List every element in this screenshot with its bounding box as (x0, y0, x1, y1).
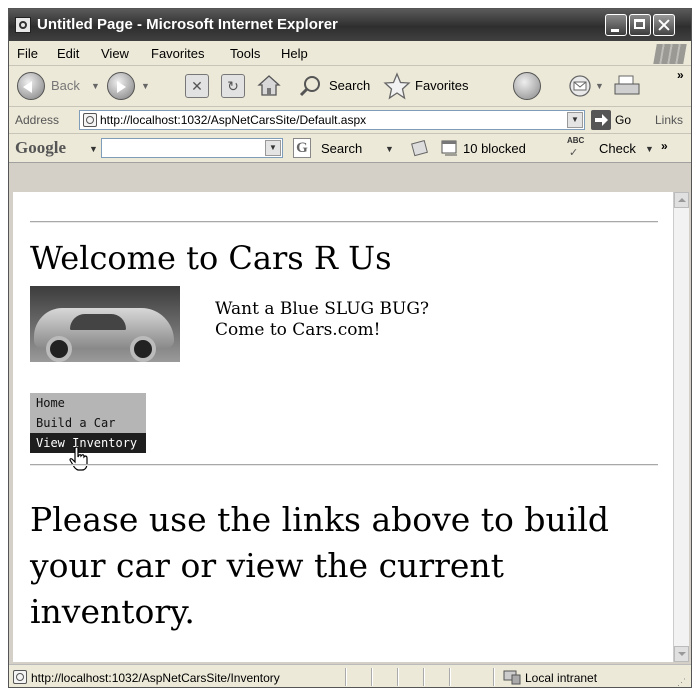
google-search-dropdown-icon[interactable]: ▼ (265, 140, 281, 156)
status-page-icon (13, 670, 27, 684)
address-dropdown-icon[interactable]: ▼ (567, 112, 583, 128)
car-rear-wheel (130, 336, 156, 362)
maximize-button[interactable] (629, 14, 651, 36)
status-bar: http://localhost:1032/AspNetCarsSite/Inv… (9, 664, 691, 687)
menu-tools[interactable]: Tools (230, 46, 260, 61)
page-heading: Welcome to Cars R Us (30, 239, 392, 277)
home-icon[interactable] (257, 74, 281, 96)
car-front-wheel (46, 336, 72, 362)
address-field[interactable]: ▼ (79, 110, 585, 130)
spellcheck-abc-label: ABC (567, 136, 585, 145)
status-divider (345, 668, 347, 686)
google-search-field[interactable]: ▼ (101, 138, 283, 158)
google-more-chevron[interactable]: » (661, 139, 668, 153)
back-dropdown-icon[interactable]: ▼ (91, 81, 100, 91)
menu-file[interactable]: File (17, 46, 38, 61)
google-g-icon[interactable]: G (293, 138, 311, 158)
scroll-down-icon[interactable] (674, 646, 689, 662)
menu-help[interactable]: Help (281, 46, 308, 61)
status-divider (371, 668, 373, 686)
car-image (30, 286, 180, 362)
site-nav-menu: Home Build a Car View Inventory (30, 393, 146, 453)
minimize-button[interactable] (605, 14, 627, 36)
favorites-label[interactable]: Favorites (415, 78, 468, 93)
google-logo-dropdown-icon[interactable]: ▼ (89, 144, 98, 154)
promo-text: Want a Blue SLUG BUG? Come to Cars.com! (215, 299, 429, 341)
forward-dropdown-icon[interactable]: ▼ (141, 81, 150, 91)
resize-grip-icon[interactable]: ⋰ (677, 677, 686, 687)
menu-bar: File Edit View Favorites Tools Help (9, 41, 691, 66)
print-icon[interactable] (613, 74, 641, 98)
page-message: Please use the links above to build your… (30, 500, 609, 631)
standard-toolbar: Back ▼ ▼ ✕ ↻ Search Favorites ▼ » (9, 66, 691, 107)
promo-line-2: Come to Cars.com! (215, 320, 381, 340)
window-title: Untitled Page - Microsoft Internet Explo… (37, 16, 338, 33)
google-search-button[interactable]: Search (321, 141, 362, 156)
address-bar: Address ▼ Go Links (9, 107, 691, 134)
nav-build-a-car-link[interactable]: Build a Car (30, 413, 146, 433)
title-bar[interactable]: Untitled Page - Microsoft Internet Explo… (9, 9, 691, 41)
forward-button[interactable] (107, 72, 135, 100)
status-divider (493, 668, 495, 686)
mail-dropdown-icon[interactable]: ▼ (595, 81, 604, 91)
popups-blocked-label[interactable]: 10 blocked (463, 141, 526, 156)
vertical-scrollbar[interactable] (673, 192, 689, 662)
toolbar-more-chevron[interactable]: » (677, 68, 684, 82)
refresh-icon[interactable]: ↻ (221, 74, 245, 98)
search-label[interactable]: Search (329, 78, 370, 93)
history-icon[interactable] (513, 72, 541, 100)
ie-icon (15, 17, 31, 33)
status-divider (449, 668, 451, 686)
back-button[interactable] (17, 72, 45, 100)
promo-line-1: Want a Blue SLUG BUG? (215, 299, 430, 319)
scroll-up-icon[interactable] (674, 192, 689, 208)
menu-favorites[interactable]: Favorites (151, 46, 204, 61)
stop-icon[interactable]: ✕ (185, 74, 209, 98)
links-label[interactable]: Links (655, 113, 683, 127)
menu-edit[interactable]: Edit (57, 46, 79, 61)
back-arrow-icon (23, 81, 32, 93)
mail-icon[interactable] (567, 74, 593, 98)
spellcheck-icon[interactable]: ✓ (569, 146, 578, 159)
address-input[interactable] (100, 112, 560, 128)
windows-logo-icon (653, 44, 687, 64)
bottom-divider (30, 464, 658, 466)
car-window-shape (70, 314, 126, 330)
status-url: http://localhost:1032/AspNetCarsSite/Inv… (31, 671, 280, 685)
status-divider (397, 668, 399, 686)
search-icon[interactable] (299, 74, 323, 98)
google-toolbar: Google ▼ ▼ G Search ▼ 10 blocked ABC ✓ C… (9, 134, 691, 163)
top-divider (30, 221, 658, 223)
page-viewport: Welcome to Cars R Us Want a Blue SLUG BU… (13, 192, 673, 662)
close-button[interactable] (653, 14, 675, 36)
forward-arrow-icon (117, 81, 126, 93)
back-label[interactable]: Back (51, 78, 80, 93)
google-search-dropdown-arrow-icon[interactable]: ▼ (385, 144, 394, 154)
go-button[interactable]: Go (615, 113, 631, 127)
google-logo[interactable]: Google (15, 138, 66, 158)
spellcheck-button[interactable]: Check (599, 141, 636, 156)
page-icon (83, 113, 97, 127)
favorites-star-icon[interactable] (383, 72, 411, 100)
status-divider (423, 668, 425, 686)
news-icon[interactable] (411, 139, 429, 157)
popup-blocker-icon[interactable] (441, 139, 459, 157)
go-arrow-icon[interactable] (591, 110, 611, 130)
check-dropdown-icon[interactable]: ▼ (645, 144, 654, 154)
menu-view[interactable]: View (101, 46, 129, 61)
nav-home-link[interactable]: Home (30, 393, 146, 413)
zone-label: Local intranet (525, 671, 598, 685)
hand-pointer-cursor-icon (69, 446, 89, 472)
local-intranet-icon (503, 669, 521, 685)
address-label: Address (15, 113, 60, 127)
browser-window: Untitled Page - Microsoft Internet Explo… (8, 8, 692, 688)
